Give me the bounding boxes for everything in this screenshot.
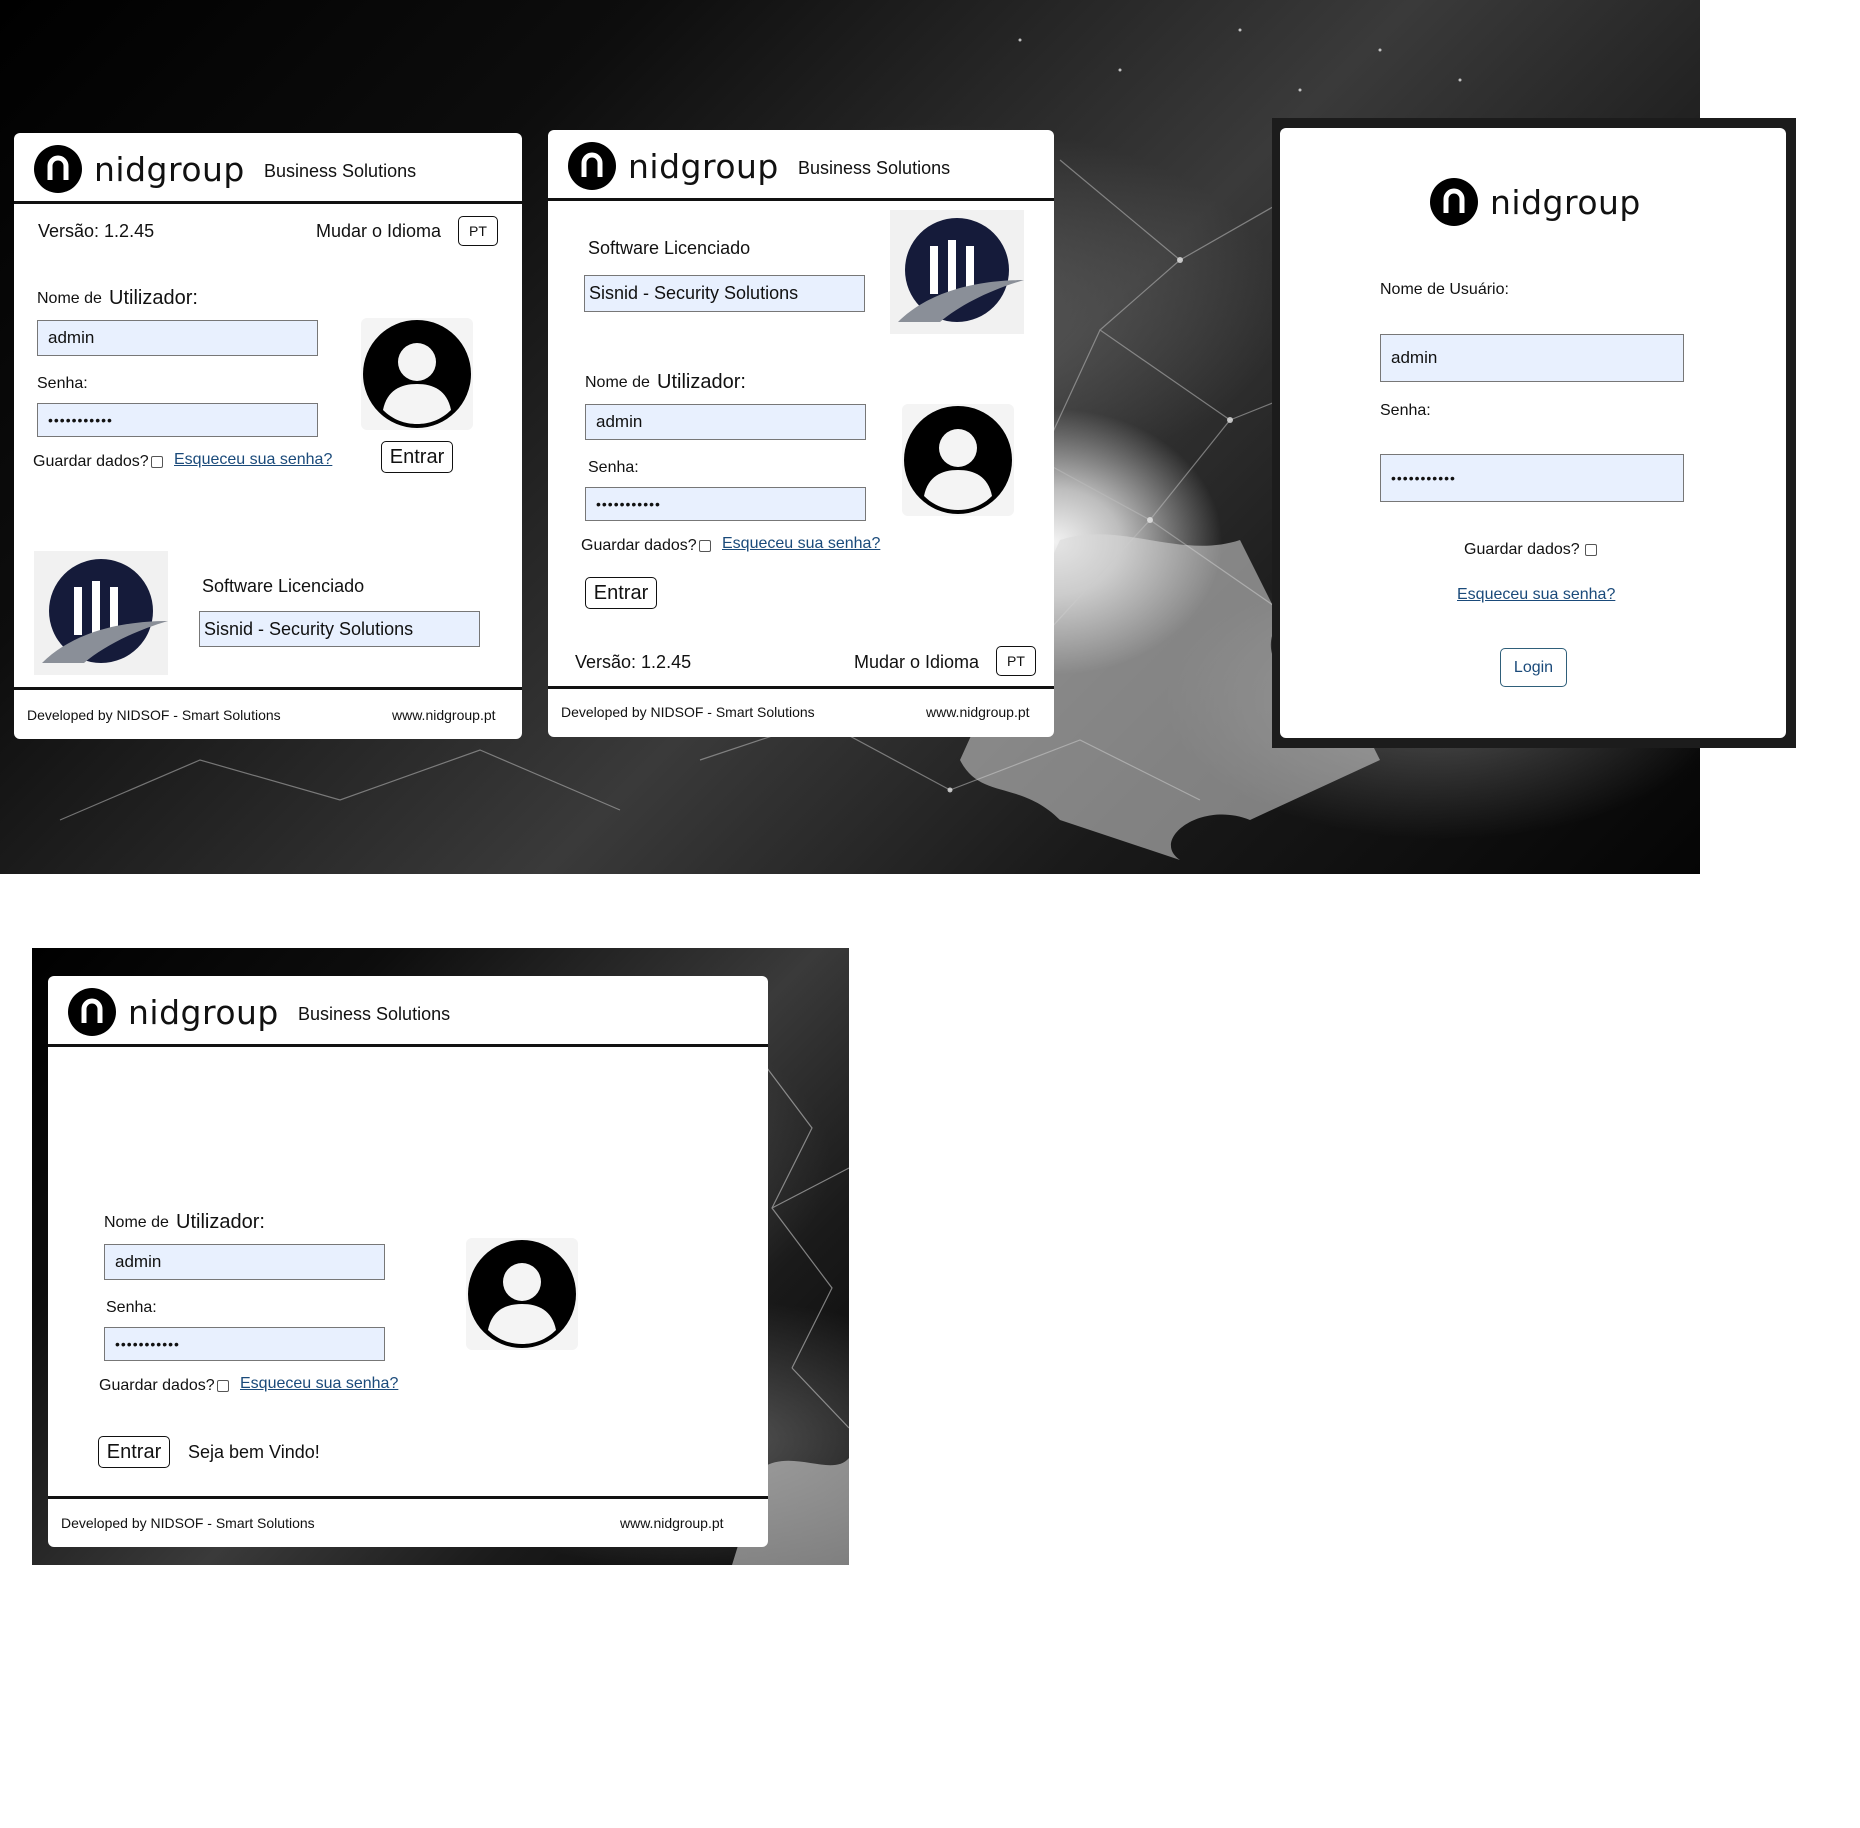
password-input[interactable]: ••••••••••• (1380, 454, 1684, 502)
logo-text: nidgroup (128, 992, 279, 1032)
logo-n-icon (34, 145, 82, 193)
forgot-password-link[interactable]: Esqueceu sua senha? (722, 535, 880, 553)
login-button[interactable]: Entrar (381, 441, 453, 473)
username-label: Nome de Usuário: (1380, 281, 1509, 298)
language-button[interactable]: PT (996, 646, 1036, 676)
remember-label: Guardar dados? (99, 1377, 215, 1394)
version-label: Versão: 1.2.45 (575, 652, 692, 672)
footer-developer: Developed by NIDSOF - Smart Solutions (61, 1515, 315, 1531)
username-input[interactable]: admin (1380, 334, 1684, 382)
version-label: Versão: 1.2.45 (38, 221, 155, 241)
footer-website: www.nidgroup.pt (926, 704, 1030, 720)
sisnid-brand-icon (34, 551, 168, 675)
sisnid-brand-icon (890, 210, 1024, 334)
forgot-password-link[interactable]: Esqueceu sua senha? (240, 1375, 398, 1393)
nidgroup-logo: nidgroup (1430, 178, 1641, 226)
footer-website: www.nidgroup.pt (620, 1515, 724, 1531)
username-input[interactable]: admin (104, 1244, 385, 1280)
user-avatar-icon (361, 318, 473, 430)
footer-website: www.nidgroup.pt (392, 707, 496, 723)
change-language-label: Mudar o Idioma (854, 652, 980, 672)
username-label: Utilizador: (657, 371, 746, 393)
tagline: Business Solutions (264, 161, 417, 181)
licensed-label: Software Licenciado (588, 238, 751, 258)
logo-n-icon (1430, 178, 1478, 226)
login-panel-1: nidgroup Business Solutions Versão: 1.2.… (14, 133, 522, 739)
password-label: Senha: (37, 375, 88, 392)
forgot-password-link[interactable]: Esqueceu sua senha? (174, 451, 332, 469)
login-panel-4: nidgroup Business Solutions Nome de Util… (48, 976, 768, 1547)
logo-text: nidgroup (628, 146, 779, 186)
nidgroup-logo: nidgroup (68, 988, 279, 1036)
licensed-software-field[interactable]: Sisnid - Security Solutions (199, 611, 480, 647)
login-panel-3: nidgroup Nome de Usuário: admin Senha: •… (1280, 128, 1786, 738)
password-label: Senha: (106, 1299, 157, 1316)
remember-label: Guardar dados? (1464, 541, 1580, 558)
logo-n-icon (568, 142, 616, 190)
password-input[interactable]: ••••••••••• (104, 1327, 385, 1361)
login-panel-2: nidgroup Business Solutions Software Lic… (548, 130, 1054, 737)
tagline: Business Solutions (298, 1004, 451, 1024)
logo-text: nidgroup (94, 149, 245, 189)
change-language-label: Mudar o Idioma (316, 221, 442, 241)
username-label-prefix: Nome de (585, 374, 650, 391)
password-label: Senha: (1380, 402, 1431, 419)
password-label: Senha: (588, 459, 639, 476)
remember-checkbox[interactable] (151, 456, 163, 468)
remember-checkbox[interactable] (1585, 544, 1597, 556)
login-button[interactable]: Entrar (98, 1436, 170, 1468)
username-input[interactable]: admin (37, 320, 318, 356)
welcome-message: Seja bem Vindo! (188, 1442, 320, 1462)
remember-checkbox[interactable] (699, 540, 711, 552)
footer-divider (14, 687, 522, 690)
footer-developer: Developed by NIDSOF - Smart Solutions (27, 707, 281, 723)
password-input[interactable]: ••••••••••• (37, 403, 318, 437)
header-divider (14, 201, 522, 204)
remember-checkbox[interactable] (217, 1380, 229, 1392)
user-avatar-icon (902, 404, 1014, 516)
header-divider (548, 198, 1054, 201)
remember-label: Guardar dados? (33, 453, 149, 470)
username-label: Utilizador: (109, 287, 198, 309)
username-input[interactable]: admin (585, 404, 866, 440)
footer-developer: Developed by NIDSOF - Smart Solutions (561, 704, 815, 720)
footer-divider (48, 1496, 768, 1499)
login-button[interactable]: Entrar (585, 577, 657, 609)
forgot-password-link[interactable]: Esqueceu sua senha? (1457, 586, 1615, 604)
logo-text: nidgroup (1490, 182, 1641, 222)
username-label: Utilizador: (176, 1211, 265, 1233)
licensed-label: Software Licenciado (202, 576, 365, 596)
user-avatar-icon (466, 1238, 578, 1350)
logo-n-icon (68, 988, 116, 1036)
nidgroup-logo: nidgroup (568, 142, 779, 190)
footer-divider (548, 686, 1054, 689)
login-button[interactable]: Login (1500, 648, 1567, 687)
nidgroup-logo: nidgroup (34, 145, 245, 193)
username-label-prefix: Nome de (104, 1214, 169, 1231)
remember-label: Guardar dados? (581, 537, 697, 554)
licensed-software-field[interactable]: Sisnid - Security Solutions (584, 275, 865, 312)
password-input[interactable]: ••••••••••• (585, 487, 866, 521)
language-button[interactable]: PT (458, 216, 498, 246)
header-divider (48, 1044, 768, 1047)
tagline: Business Solutions (798, 158, 951, 178)
username-label-prefix: Nome de (37, 290, 102, 307)
